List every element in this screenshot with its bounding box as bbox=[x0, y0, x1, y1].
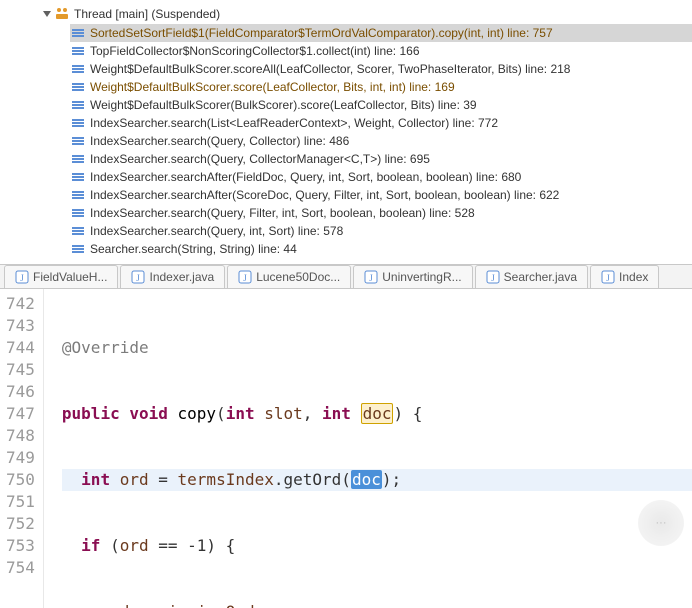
stack-frame[interactable]: TopFieldCollector$NonScoringCollector$1.… bbox=[70, 42, 692, 60]
java-file-icon: J bbox=[238, 270, 252, 284]
stack-frame-label: IndexSearcher.search(List<LeafReaderCont… bbox=[90, 116, 498, 130]
debug-view: Thread [main] (Suspended) SortedSetSortF… bbox=[0, 0, 692, 265]
tab-label: UninvertingR... bbox=[382, 270, 461, 284]
stack-frame-icon bbox=[70, 25, 86, 41]
line-number: 752 bbox=[6, 513, 35, 535]
line-number: 747 bbox=[6, 403, 35, 425]
stack-frame[interactable]: IndexSearcher.search(Query, CollectorMan… bbox=[70, 150, 692, 168]
tab-label: Lucene50Doc... bbox=[256, 270, 340, 284]
line-number: 742 bbox=[6, 293, 35, 315]
stack-frame-icon bbox=[70, 115, 86, 131]
line-number: 749 bbox=[6, 447, 35, 469]
stack-frame-icon bbox=[70, 205, 86, 221]
stack-frame-icon bbox=[70, 169, 86, 185]
stack-frame-label: Weight$DefaultBulkScorer.score(LeafColle… bbox=[90, 80, 455, 94]
svg-text:J: J bbox=[243, 273, 247, 283]
svg-text:J: J bbox=[137, 273, 141, 283]
stack-frame[interactable]: IndexSearcher.search(Query, int, Sort) l… bbox=[70, 222, 692, 240]
stack-frame[interactable]: IndexSearcher.search(List<LeafReaderCont… bbox=[70, 114, 692, 132]
stack-frame-icon bbox=[70, 61, 86, 77]
stack-frame-icon bbox=[70, 79, 86, 95]
svg-text:J: J bbox=[20, 273, 24, 283]
stack-frame[interactable]: Weight$DefaultBulkScorer.scoreAll(LeafCo… bbox=[70, 60, 692, 78]
stack-frame[interactable]: IndexSearcher.search(Query, Filter, int,… bbox=[70, 204, 692, 222]
stack-frame-icon bbox=[70, 151, 86, 167]
stack-frame-label: IndexSearcher.searchAfter(FieldDoc, Quer… bbox=[90, 170, 521, 184]
current-execution-line: int ord = termsIndex.getOrd(doc); bbox=[62, 469, 692, 491]
java-file-icon: J bbox=[131, 270, 145, 284]
editor-tab[interactable]: J Index bbox=[590, 265, 659, 288]
stack-frame[interactable]: IndexSearcher.searchAfter(ScoreDoc, Quer… bbox=[70, 186, 692, 204]
editor-tabs: J FieldValueH... J Indexer.java J Lucene50Doc… bbox=[0, 265, 692, 289]
line-number: 744 bbox=[6, 337, 35, 359]
line-number: 751 bbox=[6, 491, 35, 513]
stack-frame-label: IndexSearcher.search(Query, CollectorMan… bbox=[90, 152, 430, 166]
stack-frame[interactable]: SortedSetSortField$1(FieldComparator$Ter… bbox=[70, 24, 692, 42]
stack-frame-label: TopFieldCollector$NonScoringCollector$1.… bbox=[90, 44, 420, 58]
stack-frame-icon bbox=[70, 97, 86, 113]
tab-label: FieldValueH... bbox=[33, 270, 107, 284]
svg-text:J: J bbox=[606, 273, 610, 283]
thread-row[interactable]: Thread [main] (Suspended) bbox=[0, 4, 692, 24]
tab-label: Index bbox=[619, 270, 648, 284]
stack-frame-icon bbox=[70, 187, 86, 203]
java-file-icon: J bbox=[364, 270, 378, 284]
editor-tab[interactable]: J Searcher.java bbox=[475, 265, 588, 288]
expand-twisty-icon[interactable] bbox=[42, 9, 52, 19]
line-number: 743 bbox=[6, 315, 35, 337]
stack-frame[interactable]: Weight$DefaultBulkScorer.score(LeafColle… bbox=[70, 78, 692, 96]
tab-label: Searcher.java bbox=[504, 270, 577, 284]
stack-frame-label: IndexSearcher.searchAfter(ScoreDoc, Quer… bbox=[90, 188, 559, 202]
editor-tab[interactable]: J Lucene50Doc... bbox=[227, 265, 351, 288]
java-file-icon: J bbox=[486, 270, 500, 284]
stack-frame-label: IndexSearcher.search(Query, Filter, int,… bbox=[90, 206, 475, 220]
selected-variable: doc bbox=[351, 470, 382, 489]
line-number-gutter: 742743744745746747748749750751752753754 bbox=[0, 289, 44, 608]
stack-frame[interactable]: Weight$DefaultBulkScorer(BulkScorer).sco… bbox=[70, 96, 692, 114]
stack-frame[interactable]: IndexSearcher.search(Query, Collector) l… bbox=[70, 132, 692, 150]
param-doc: doc bbox=[361, 403, 394, 424]
thread-icon bbox=[54, 6, 70, 22]
code-area[interactable]: @Override public void copy(int slot, int… bbox=[44, 289, 692, 608]
line-number: 746 bbox=[6, 381, 35, 403]
stack-frame-icon bbox=[70, 241, 86, 257]
thread-label: Thread [main] (Suspended) bbox=[74, 7, 220, 21]
stack-frame-icon bbox=[70, 133, 86, 149]
editor-tab[interactable]: J FieldValueH... bbox=[4, 265, 118, 288]
stack-frame-label: Searcher.search(String, String) line: 44 bbox=[90, 242, 297, 256]
stack-frame-label: IndexSearcher.search(Query, int, Sort) l… bbox=[90, 224, 343, 238]
java-file-icon: J bbox=[15, 270, 29, 284]
code-editor: 742743744745746747748749750751752753754 … bbox=[0, 289, 692, 608]
line-number: 748 bbox=[6, 425, 35, 447]
watermark-icon: ··· bbox=[638, 500, 684, 546]
stack-frame-icon bbox=[70, 43, 86, 59]
svg-text:J: J bbox=[491, 273, 495, 283]
editor-tab[interactable]: J UninvertingR... bbox=[353, 265, 472, 288]
stack-frame-label: IndexSearcher.search(Query, Collector) l… bbox=[90, 134, 349, 148]
svg-text:J: J bbox=[370, 273, 374, 283]
java-file-icon: J bbox=[601, 270, 615, 284]
stack-frame-label: Weight$DefaultBulkScorer.scoreAll(LeafCo… bbox=[90, 62, 570, 76]
line-number: 754 bbox=[6, 557, 35, 579]
stack-frame[interactable]: IndexSearcher.searchAfter(FieldDoc, Quer… bbox=[70, 168, 692, 186]
tab-label: Indexer.java bbox=[149, 270, 214, 284]
line-number: 750 bbox=[6, 469, 35, 491]
editor-tab[interactable]: J Indexer.java bbox=[120, 265, 225, 288]
stack-frame-label: SortedSetSortField$1(FieldComparator$Ter… bbox=[90, 26, 553, 40]
annotation: @Override bbox=[62, 338, 149, 357]
line-number: 753 bbox=[6, 535, 35, 557]
stack-frame-label: Weight$DefaultBulkScorer(BulkScorer).sco… bbox=[90, 98, 477, 112]
stack-frame-icon bbox=[70, 223, 86, 239]
line-number: 745 bbox=[6, 359, 35, 381]
stack-frame[interactable]: Searcher.search(String, String) line: 44 bbox=[70, 240, 692, 258]
